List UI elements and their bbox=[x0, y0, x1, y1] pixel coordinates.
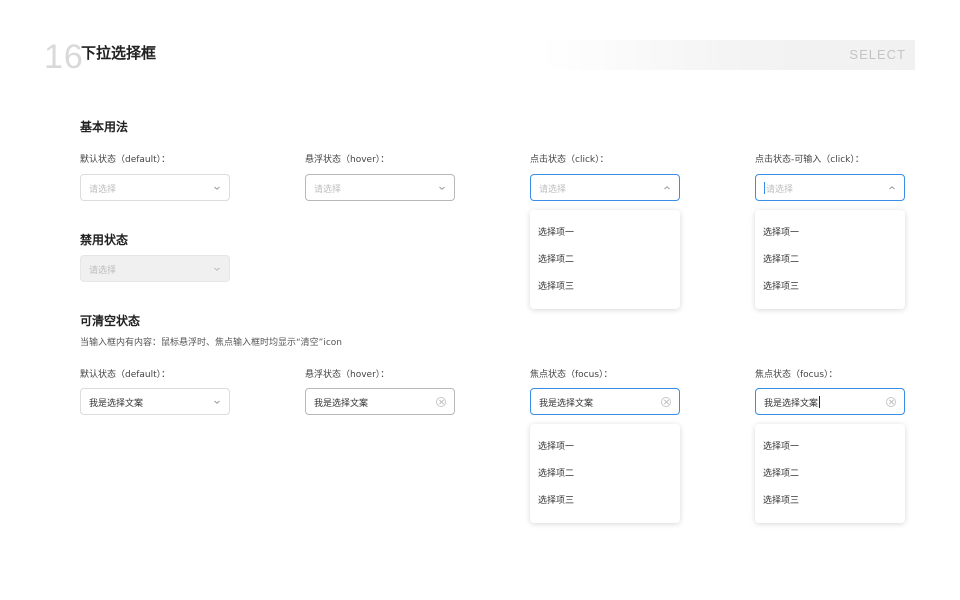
dropdown-option[interactable]: 选择项三 bbox=[755, 277, 905, 304]
label-clearable-focus-input: 焦点状态（focus）： bbox=[755, 370, 838, 380]
clear-circle-icon[interactable] bbox=[886, 397, 896, 407]
label-basic-default: 默认状态（default）： bbox=[80, 155, 171, 165]
chevron-down-icon bbox=[214, 400, 220, 404]
dropdown-option[interactable]: 选择项三 bbox=[530, 491, 680, 518]
label-basic-hover: 悬浮状态（hover）： bbox=[305, 155, 390, 165]
select-basic-click-input[interactable]: 请选择 bbox=[755, 174, 905, 201]
select-value: 我是选择文案 bbox=[89, 399, 144, 409]
select-clearable-focus[interactable]: 我是选择文案 bbox=[530, 388, 680, 415]
label-clearable-hover: 悬浮状态（hover）： bbox=[305, 370, 390, 380]
select-placeholder: 请选择 bbox=[539, 185, 567, 195]
select-placeholder: 请选择 bbox=[766, 185, 794, 195]
select-basic-hover[interactable]: 请选择 bbox=[305, 174, 455, 201]
chevron-up-icon bbox=[664, 186, 670, 190]
select-clearable-focus-input[interactable]: 我是选择文案 bbox=[755, 388, 905, 415]
select-disabled: 请选择 bbox=[80, 255, 230, 282]
select-value-with-cursor: 我是选择文案 bbox=[764, 396, 821, 409]
dropdown-clearable-focus: 选择项一 选择项二 选择项三 bbox=[530, 424, 680, 523]
select-placeholder: 请选择 bbox=[89, 266, 117, 276]
dropdown-option[interactable]: 选择项一 bbox=[530, 437, 680, 464]
label-basic-click: 点击状态（click）： bbox=[530, 155, 609, 165]
select-value: 我是选择文案 bbox=[764, 399, 819, 409]
select-placeholder: 请选择 bbox=[314, 185, 342, 195]
select-basic-click[interactable]: 请选择 bbox=[530, 174, 680, 201]
section-description-clearable: 当输入框内有内容：鼠标悬浮时、焦点输入框时均显示“清空”icon bbox=[80, 338, 342, 348]
page-title-en: SELECT bbox=[849, 47, 906, 62]
section-title-disabled: 禁用状态 bbox=[80, 233, 129, 247]
dropdown-option[interactable]: 选择项三 bbox=[755, 491, 905, 518]
select-value: 我是选择文案 bbox=[539, 399, 594, 409]
page-title: 下拉选择框 bbox=[81, 44, 157, 62]
chevron-down-icon bbox=[214, 267, 220, 271]
label-clearable-default: 默认状态（default）： bbox=[80, 370, 171, 380]
text-cursor bbox=[819, 396, 821, 408]
label-clearable-focus: 焦点状态（focus）： bbox=[530, 370, 613, 380]
dropdown-option[interactable]: 选择项二 bbox=[755, 464, 905, 491]
dropdown-option[interactable]: 选择项一 bbox=[530, 223, 680, 250]
dropdown-option[interactable]: 选择项一 bbox=[755, 223, 905, 250]
chevron-up-icon bbox=[889, 186, 895, 190]
chevron-down-icon bbox=[214, 186, 220, 190]
dropdown-option[interactable]: 选择项二 bbox=[530, 464, 680, 491]
text-cursor bbox=[764, 182, 765, 194]
chevron-down-icon bbox=[439, 186, 445, 190]
dropdown-basic-click-input: 选择项一 选择项二 选择项三 bbox=[755, 210, 905, 309]
select-clearable-hover[interactable]: 我是选择文案 bbox=[305, 388, 455, 415]
select-value: 我是选择文案 bbox=[314, 399, 369, 409]
dropdown-option[interactable]: 选择项二 bbox=[755, 250, 905, 277]
dropdown-basic-click: 选择项一 选择项二 选择项三 bbox=[530, 210, 680, 309]
dropdown-option[interactable]: 选择项一 bbox=[755, 437, 905, 464]
select-clearable-default[interactable]: 我是选择文案 bbox=[80, 388, 230, 415]
dropdown-option[interactable]: 选择项三 bbox=[530, 277, 680, 304]
dropdown-option[interactable]: 选择项二 bbox=[530, 250, 680, 277]
label-basic-click-input: 点击状态-可输入（click）： bbox=[755, 155, 864, 165]
select-basic-default[interactable]: 请选择 bbox=[80, 174, 230, 201]
select-placeholder: 请选择 bbox=[89, 185, 117, 195]
section-title-clearable: 可清空状态 bbox=[80, 314, 141, 328]
clear-circle-icon[interactable] bbox=[436, 397, 446, 407]
dropdown-clearable-focus-input: 选择项一 选择项二 选择项三 bbox=[755, 424, 905, 523]
clear-circle-icon[interactable] bbox=[661, 397, 671, 407]
section-title-basic: 基本用法 bbox=[80, 120, 129, 134]
page-number: 16 bbox=[44, 38, 84, 76]
